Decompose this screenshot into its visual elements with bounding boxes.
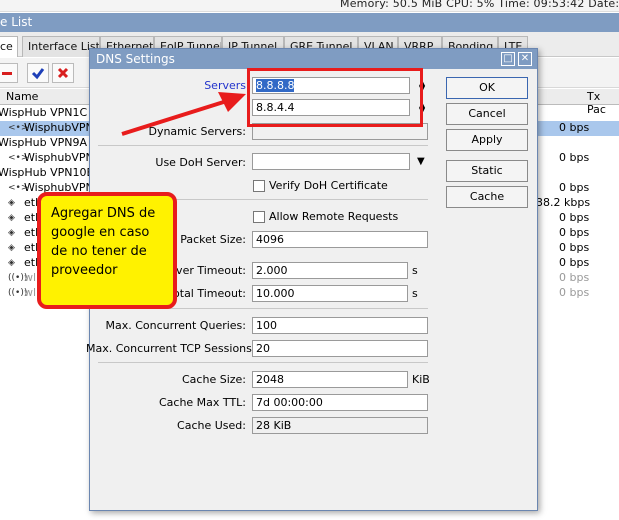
row-tx: 0 bps: [559, 241, 590, 254]
checkmark-icon: [31, 68, 45, 80]
row-name: WisphubVPN: [24, 151, 94, 164]
divider: [98, 362, 428, 363]
cross-icon: [57, 67, 69, 79]
interface-list-title: e List: [0, 15, 33, 29]
cache-used-field: 28 KiB: [252, 417, 428, 434]
allow-remote-checkbox[interactable]: [253, 211, 265, 223]
apply-button[interactable]: Apply: [446, 129, 528, 151]
remove-button[interactable]: [0, 63, 18, 83]
cache-button[interactable]: Cache: [446, 186, 528, 208]
verify-doh-label: Verify DoH Certificate: [269, 179, 388, 192]
servers-highlight-box: [247, 68, 423, 127]
divider: [98, 145, 428, 146]
row-tx: 38.2 kbps: [536, 196, 591, 209]
row-name: WispHub VPN10B: [0, 166, 95, 179]
row-tx: 0 bps: [559, 211, 590, 224]
cache-max-ttl-input[interactable]: 7d 00:00:00: [252, 394, 428, 411]
ethernet-icon: ◈: [8, 213, 15, 223]
seconds-unit: s: [412, 264, 418, 277]
row-name: wl: [24, 286, 37, 299]
allow-remote-label: Allow Remote Requests: [269, 210, 399, 223]
row-name: WispHub VPN1C: [0, 106, 88, 119]
resource-status-text: Memory: 50.5 MiB CPU: 5% Time: 09:53:42 …: [340, 0, 619, 10]
tab-interface[interactable]: ce: [0, 36, 18, 57]
static-button[interactable]: Static: [446, 160, 528, 182]
ethernet-icon: ◈: [8, 228, 15, 238]
kib-unit: KiB: [412, 373, 430, 386]
cache-max-ttl-label: Cache Max TTL:: [158, 396, 246, 409]
interface-list-titlebar: e List: [0, 13, 619, 32]
row-name: wl: [24, 271, 37, 284]
close-icon[interactable]: ✕: [518, 52, 532, 66]
chevron-down-icon[interactable]: ▼: [417, 157, 425, 167]
seconds-unit: s: [412, 287, 418, 300]
row-tx: 0 bps: [559, 121, 590, 134]
cache-used-label: Cache Used:: [177, 419, 246, 432]
cache-size-label: Cache Size:: [182, 373, 246, 386]
red-arrow-icon: [121, 92, 246, 136]
max-concurrent-tcp-label: Max. Concurrent TCP Sessions:: [86, 342, 256, 355]
top-status-bar: Memory: 50.5 MiB CPU: 5% Time: 09:53:42 …: [0, 0, 619, 12]
row-tx: 0 bps: [559, 286, 590, 299]
max-concurrent-queries-input[interactable]: 100: [252, 317, 428, 334]
maximize-icon[interactable]: □: [501, 52, 515, 66]
row-name: WisphubVPN: [24, 121, 94, 134]
ok-button[interactable]: OK: [446, 77, 528, 99]
annotation-text: Agregar DNS de google en caso de no tene…: [51, 206, 156, 278]
dialog-titlebar[interactable]: DNS Settings □ ✕: [90, 49, 537, 69]
cache-size-input[interactable]: 2048: [252, 371, 408, 388]
dialog-title: DNS Settings: [96, 52, 175, 66]
ethernet-icon: ◈: [8, 243, 15, 253]
row-tx: 0 bps: [559, 226, 590, 239]
max-udp-packet-size-input[interactable]: 4096: [252, 231, 428, 248]
column-name[interactable]: Name: [6, 90, 38, 103]
row-tx: 0 bps: [559, 181, 590, 194]
ethernet-icon: ◈: [8, 198, 15, 208]
minus-icon: [2, 72, 12, 75]
enable-button[interactable]: [27, 63, 49, 83]
ethernet-icon: ◈: [8, 258, 15, 268]
row-tx: 0 bps: [559, 151, 590, 164]
verify-doh-checkbox[interactable]: [253, 180, 265, 192]
annotation-callout: Agregar DNS de google en caso de no tene…: [37, 192, 177, 309]
doh-server-select[interactable]: [252, 153, 410, 170]
disable-button[interactable]: [52, 63, 74, 83]
query-server-timeout-input[interactable]: 2.000: [252, 262, 408, 279]
use-doh-label: Use DoH Server:: [155, 156, 246, 169]
row-name: WispHub VPN9A: [0, 136, 88, 149]
row-tx: 0 bps: [559, 271, 590, 284]
query-total-timeout-input[interactable]: 10.000: [252, 285, 408, 302]
row-tx: 0 bps: [559, 256, 590, 269]
max-concurrent-queries-label: Max. Concurrent Queries:: [105, 319, 246, 332]
cancel-button[interactable]: Cancel: [446, 103, 528, 125]
max-concurrent-tcp-input[interactable]: 20: [252, 340, 428, 357]
